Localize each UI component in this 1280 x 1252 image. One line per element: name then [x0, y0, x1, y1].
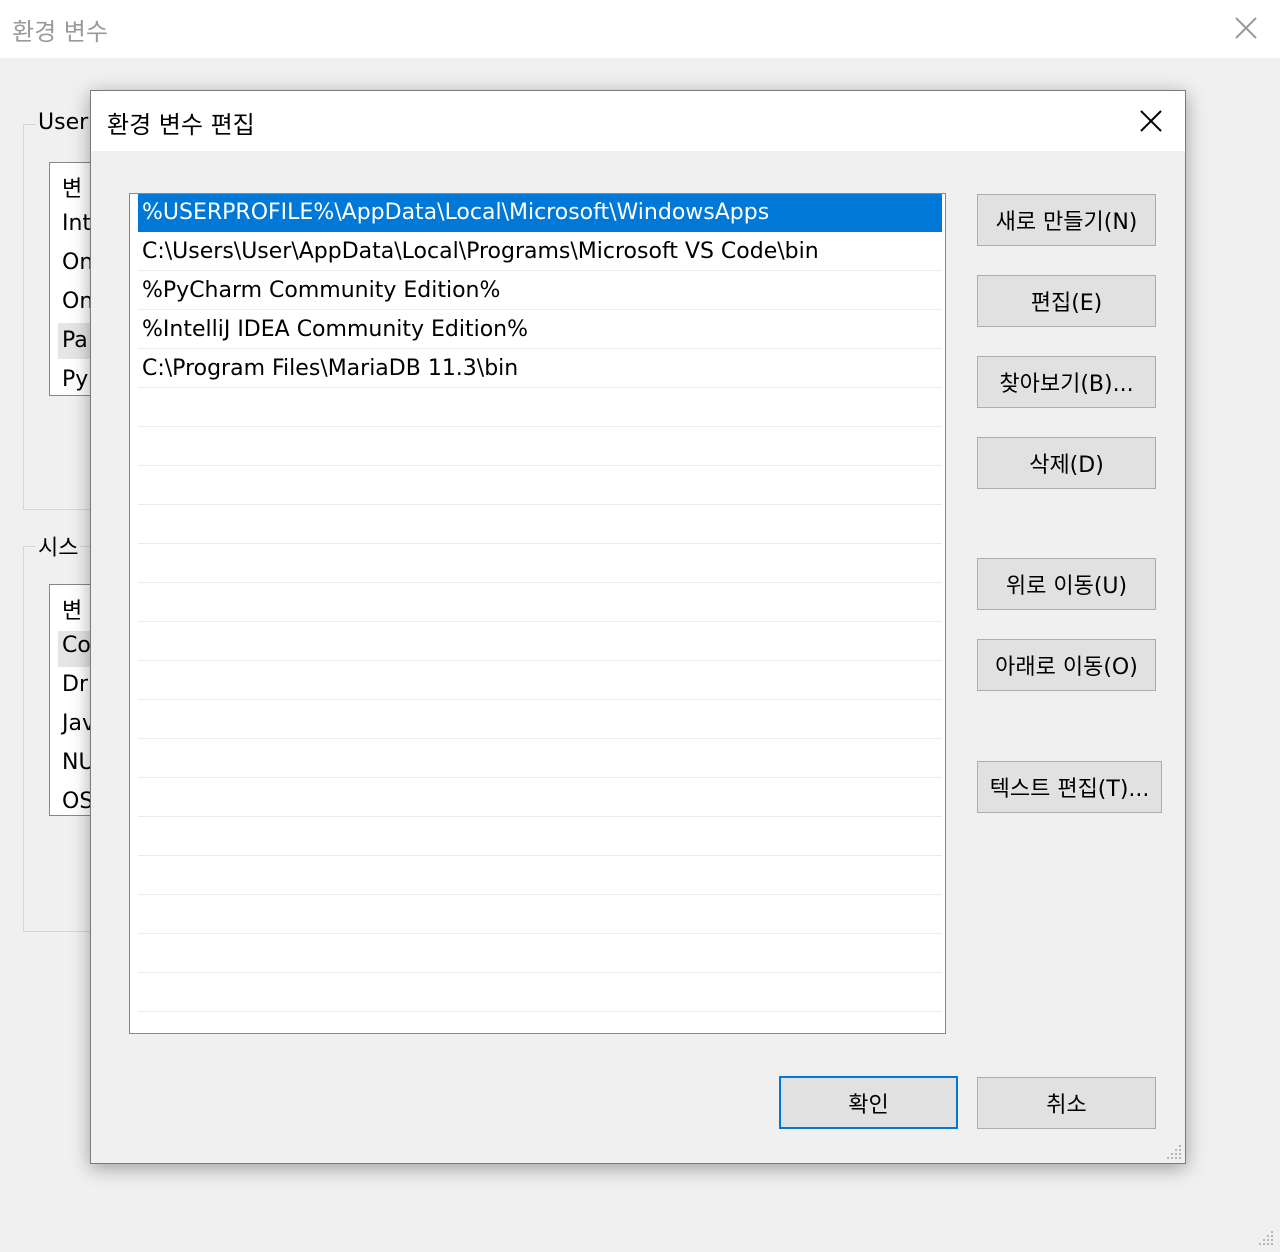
path-list[interactable]: %USERPROFILE%\AppData\Local\Microsoft\Wi… — [129, 193, 946, 1034]
system-variables-label: 시스 — [36, 530, 81, 562]
edit-button[interactable]: 편집(E) — [977, 275, 1156, 327]
new-button[interactable]: 새로 만들기(N) — [977, 194, 1156, 246]
empty-row[interactable] — [138, 623, 942, 661]
resize-grip-icon[interactable] — [1165, 1143, 1183, 1161]
resize-grip-icon[interactable] — [1256, 1228, 1276, 1248]
user-variables-label: User — [36, 110, 91, 135]
empty-row[interactable] — [138, 545, 942, 583]
move-down-button[interactable]: 아래로 이동(O) — [977, 639, 1156, 691]
path-item[interactable]: C:\Program Files\MariaDB 11.3\bin — [138, 350, 942, 388]
empty-row[interactable] — [138, 779, 942, 817]
move-up-button[interactable]: 위로 이동(U) — [977, 558, 1156, 610]
background-window-title: 환경 변수 — [12, 18, 108, 46]
list-item[interactable]: Int — [62, 211, 91, 236]
close-icon[interactable] — [1131, 101, 1171, 141]
ok-button[interactable]: 확인 — [779, 1076, 958, 1129]
path-item[interactable]: C:\Users\User\AppData\Local\Programs\Mic… — [138, 233, 942, 271]
empty-row[interactable] — [138, 857, 942, 895]
empty-row[interactable] — [138, 506, 942, 544]
list-header: 변 — [62, 177, 83, 202]
cancel-button[interactable]: 취소 — [977, 1077, 1156, 1129]
empty-row[interactable] — [138, 389, 942, 427]
empty-row[interactable] — [138, 428, 942, 466]
delete-button[interactable]: 삭제(D) — [977, 437, 1156, 489]
empty-row[interactable] — [138, 740, 942, 778]
close-icon[interactable] — [1226, 8, 1266, 48]
path-item[interactable]: %IntelliJ IDEA Community Edition% — [138, 311, 942, 349]
empty-row[interactable] — [138, 584, 942, 622]
list-header: 변 — [62, 599, 83, 624]
dialog-title-bar: 환경 변수 편집 — [91, 91, 1185, 151]
edit-environment-variable-dialog: 환경 변수 편집 %USERPROFILE%\AppData\Local\Mic… — [90, 90, 1186, 1164]
background-title-bar: 환경 변수 — [0, 0, 1280, 58]
list-item[interactable]: Py — [62, 367, 88, 392]
list-item[interactable]: On — [62, 250, 93, 275]
list-item[interactable]: On — [62, 289, 93, 314]
list-item[interactable]: Pa — [62, 328, 88, 353]
path-item[interactable]: %PyCharm Community Edition% — [138, 272, 942, 310]
empty-row[interactable] — [138, 701, 942, 739]
empty-row[interactable] — [138, 662, 942, 700]
edit-text-button[interactable]: 텍스트 편집(T)... — [977, 761, 1162, 813]
empty-row[interactable] — [138, 467, 942, 505]
path-item-selected[interactable]: %USERPROFILE%\AppData\Local\Microsoft\Wi… — [138, 194, 942, 232]
empty-row[interactable] — [138, 974, 942, 1012]
empty-row[interactable] — [138, 935, 942, 973]
list-item[interactable]: OS — [62, 789, 93, 814]
list-item[interactable]: Co — [62, 633, 91, 658]
browse-button[interactable]: 찾아보기(B)... — [977, 356, 1156, 408]
empty-row[interactable] — [138, 896, 942, 934]
empty-row[interactable] — [138, 818, 942, 856]
dialog-title: 환경 변수 편집 — [107, 111, 255, 139]
